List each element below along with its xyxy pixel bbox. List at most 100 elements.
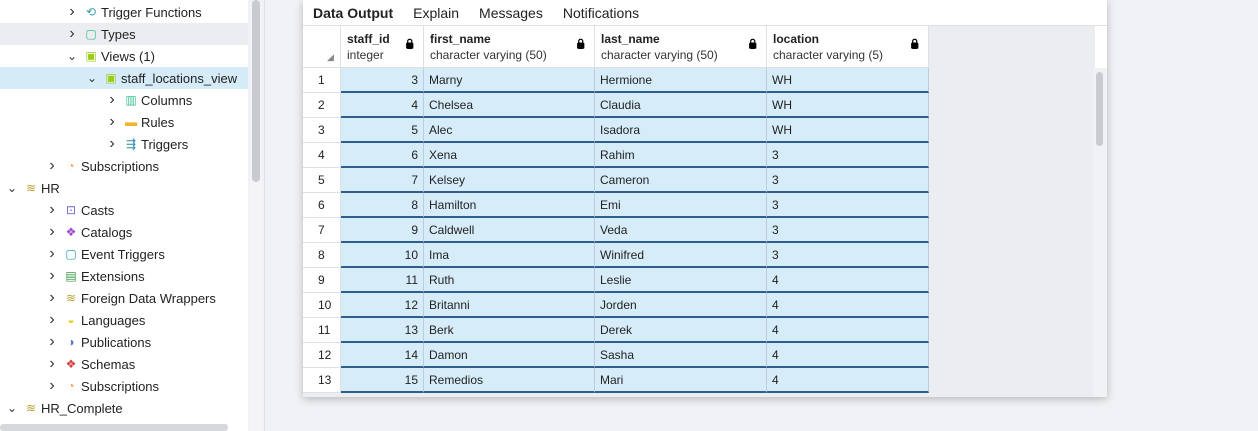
- cell-last_name[interactable]: Hermione: [595, 68, 767, 93]
- tree-item[interactable]: ⌄ ≋ HR_Complete: [0, 397, 248, 419]
- cell-staff_id[interactable]: 15: [341, 368, 424, 393]
- cell-staff_id[interactable]: 3: [341, 68, 424, 93]
- cell-location[interactable]: 3: [767, 218, 929, 243]
- cell-first_name[interactable]: Hamilton: [424, 193, 595, 218]
- chevron-right-icon[interactable]: ›: [45, 267, 59, 285]
- table-row[interactable]: 8 10 Ima Winifred 3: [303, 243, 929, 268]
- cell-last_name[interactable]: Winifred: [595, 243, 767, 268]
- row-number[interactable]: 4: [303, 143, 341, 168]
- cell-staff_id[interactable]: 13: [341, 318, 424, 343]
- cell-first_name[interactable]: Ima: [424, 243, 595, 268]
- cell-staff_id[interactable]: 9: [341, 218, 424, 243]
- tree-item[interactable]: › ⊡ Casts: [0, 199, 248, 221]
- cell-staff_id[interactable]: 4: [341, 93, 424, 118]
- cell-last_name[interactable]: Sasha: [595, 343, 767, 368]
- row-number[interactable]: 13: [303, 368, 341, 393]
- cell-location[interactable]: 4: [767, 268, 929, 293]
- tree-item[interactable]: › ◔ Subscriptions: [0, 155, 248, 177]
- table-row[interactable]: 7 9 Caldwell Veda 3: [303, 218, 929, 243]
- cell-location[interactable]: 4: [767, 318, 929, 343]
- row-number[interactable]: 9: [303, 268, 341, 293]
- tree-horizontal-scrollbar[interactable]: [0, 424, 228, 431]
- scrollbar-thumb[interactable]: [252, 0, 260, 182]
- row-number[interactable]: 1: [303, 68, 341, 93]
- tab-messages[interactable]: Messages: [479, 5, 543, 21]
- row-number[interactable]: 3: [303, 118, 341, 143]
- row-number[interactable]: 5: [303, 168, 341, 193]
- chevron-right-icon[interactable]: ›: [45, 311, 59, 329]
- cell-staff_id[interactable]: 8: [341, 193, 424, 218]
- cell-location[interactable]: 4: [767, 368, 929, 393]
- table-row[interactable]: 13 15 Remedios Mari 4: [303, 368, 929, 393]
- chevron-right-icon[interactable]: ›: [105, 113, 119, 131]
- tree-item[interactable]: ⌄ ≋ HR: [0, 177, 248, 199]
- tree-item[interactable]: › ❖ Catalogs: [0, 221, 248, 243]
- chevron-down-icon[interactable]: ⌄: [85, 71, 99, 85]
- cell-first_name[interactable]: Remedios: [424, 368, 595, 393]
- grid-corner[interactable]: ◢: [303, 26, 341, 68]
- table-row[interactable]: 2 4 Chelsea Claudia WH: [303, 93, 929, 118]
- tab-explain[interactable]: Explain: [413, 5, 459, 21]
- tree-item[interactable]: › ◔ Subscriptions: [0, 375, 248, 397]
- cell-last_name[interactable]: Leslie: [595, 268, 767, 293]
- row-number[interactable]: 8: [303, 243, 341, 268]
- row-number[interactable]: 12: [303, 343, 341, 368]
- panel-divider[interactable]: [264, 0, 265, 431]
- cell-location[interactable]: WH: [767, 68, 929, 93]
- row-number[interactable]: 10: [303, 293, 341, 318]
- table-row[interactable]: 3 5 Alec Isadora WH: [303, 118, 929, 143]
- tree-item[interactable]: › ❖ Schemas: [0, 353, 248, 375]
- cell-staff_id[interactable]: 5: [341, 118, 424, 143]
- table-row[interactable]: 11 13 Berk Derek 4: [303, 318, 929, 343]
- tree-vertical-scrollbar[interactable]: [250, 0, 262, 431]
- chevron-right-icon[interactable]: ›: [45, 245, 59, 263]
- cell-location[interactable]: WH: [767, 118, 929, 143]
- tree-item[interactable]: › ◒ Languages: [0, 309, 248, 331]
- cell-staff_id[interactable]: 12: [341, 293, 424, 318]
- cell-last_name[interactable]: Isadora: [595, 118, 767, 143]
- cell-location[interactable]: 4: [767, 343, 929, 368]
- tab-data-output[interactable]: Data Output: [313, 5, 393, 21]
- chevron-right-icon[interactable]: ›: [65, 3, 79, 21]
- row-number[interactable]: 6: [303, 193, 341, 218]
- cell-staff_id[interactable]: 6: [341, 143, 424, 168]
- chevron-right-icon[interactable]: ›: [105, 135, 119, 153]
- cell-first_name[interactable]: Marny: [424, 68, 595, 93]
- tree-item[interactable]: › ⟲ Trigger Functions: [0, 1, 248, 23]
- cell-staff_id[interactable]: 10: [341, 243, 424, 268]
- cell-staff_id[interactable]: 7: [341, 168, 424, 193]
- chevron-right-icon[interactable]: ›: [105, 91, 119, 109]
- chevron-right-icon[interactable]: ›: [45, 223, 59, 241]
- table-row[interactable]: 6 8 Hamilton Emi 3: [303, 193, 929, 218]
- tab-notifications[interactable]: Notifications: [563, 5, 639, 21]
- chevron-right-icon[interactable]: ›: [65, 25, 79, 43]
- cell-last_name[interactable]: Claudia: [595, 93, 767, 118]
- tree-item[interactable]: ⌄ ▣ Views (1): [0, 45, 248, 67]
- cell-location[interactable]: 4: [767, 293, 929, 318]
- table-row[interactable]: 10 12 Britanni Jorden 4: [303, 293, 929, 318]
- chevron-right-icon[interactable]: ›: [45, 157, 59, 175]
- chevron-down-icon[interactable]: ⌄: [65, 49, 79, 63]
- cell-first_name[interactable]: Xena: [424, 143, 595, 168]
- cell-first_name[interactable]: Kelsey: [424, 168, 595, 193]
- chevron-right-icon[interactable]: ›: [45, 201, 59, 219]
- row-number[interactable]: 11: [303, 318, 341, 343]
- cell-location[interactable]: WH: [767, 93, 929, 118]
- cell-staff_id[interactable]: 14: [341, 343, 424, 368]
- scrollbar-thumb[interactable]: [1096, 72, 1103, 146]
- column-header-last_name[interactable]: last_name character varying (50) 🔒: [595, 26, 767, 68]
- cell-location[interactable]: 3: [767, 243, 929, 268]
- table-row[interactable]: 1 3 Marny Hermione WH: [303, 68, 929, 93]
- column-header-location[interactable]: location character varying (5) 🔒: [767, 26, 929, 68]
- tree-item[interactable]: › ▤ Extensions: [0, 265, 248, 287]
- tree-item[interactable]: › ▢ Event Triggers: [0, 243, 248, 265]
- tree-item[interactable]: › ▢ Types: [0, 23, 248, 45]
- row-number[interactable]: 7: [303, 218, 341, 243]
- cell-location[interactable]: 3: [767, 168, 929, 193]
- cell-first_name[interactable]: Ruth: [424, 268, 595, 293]
- cell-last_name[interactable]: Rahim: [595, 143, 767, 168]
- cell-first_name[interactable]: Alec: [424, 118, 595, 143]
- row-number[interactable]: 2: [303, 93, 341, 118]
- cell-location[interactable]: 3: [767, 193, 929, 218]
- cell-first_name[interactable]: Damon: [424, 343, 595, 368]
